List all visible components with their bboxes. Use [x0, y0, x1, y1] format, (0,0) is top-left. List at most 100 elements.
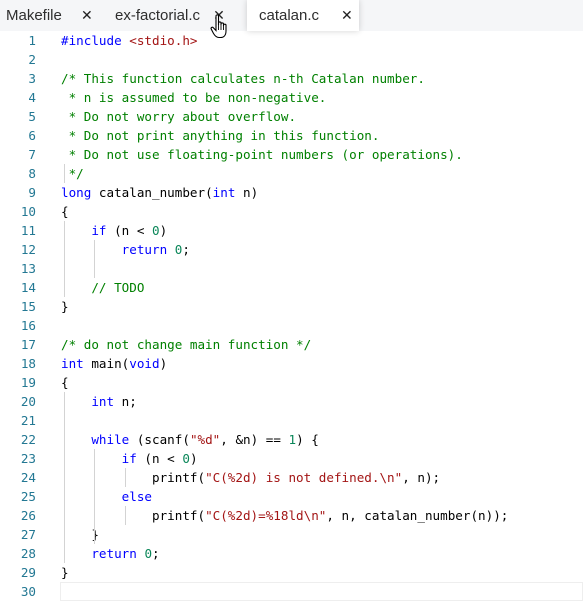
- line-number: 11: [20, 223, 36, 238]
- code-token: (n <: [106, 223, 153, 238]
- code-token: ): [159, 356, 168, 371]
- code-line[interactable]: 1 #include <stdio.h>: [0, 31, 583, 50]
- code-editor[interactable]: 1 #include <stdio.h> 2 3/* This function ca…: [0, 31, 583, 601]
- code-line[interactable]: 7 * Do not use floating-point numbers (o…: [0, 145, 583, 164]
- code-line[interactable]: 3 /* This function calculates n-th Catala…: [0, 69, 583, 88]
- code-token: long: [61, 185, 92, 200]
- line-number: 25: [20, 489, 36, 504]
- line-number: 12: [20, 242, 36, 257]
- code-line[interactable]: 13: [0, 259, 583, 278]
- code-text: long catalan_number(int n): [61, 183, 258, 202]
- line-number: 28: [20, 546, 36, 561]
- line-number: 9: [28, 185, 36, 200]
- code-line[interactable]: 9 long catalan_number(int n): [0, 183, 583, 202]
- code-token: n): [235, 185, 259, 200]
- code-line[interactable]: 25 else: [0, 487, 583, 506]
- code-text: return 0;: [61, 544, 159, 563]
- tab-makefile[interactable]: Makefile ✕: [0, 0, 105, 31]
- code-token: }: [61, 565, 69, 580]
- code-text: int n;: [61, 392, 137, 411]
- code-line[interactable]: 21: [0, 411, 583, 430]
- indent-guide: [124, 506, 126, 525]
- code-text: * n is assumed to be non-negative.: [61, 88, 327, 107]
- code-token: if: [121, 451, 137, 466]
- code-line[interactable]: 28 return 0;: [0, 544, 583, 563]
- code-token: catalan_number(: [91, 185, 213, 200]
- code-text: return 0;: [61, 240, 190, 259]
- code-line[interactable]: 19 {: [0, 373, 583, 392]
- code-token: // TODO: [91, 280, 145, 295]
- code-token: void: [129, 356, 160, 371]
- line-number: 18: [20, 356, 36, 371]
- code-text: printf("C(%2d)=%18ld\n", n, catalan_numb…: [61, 506, 508, 525]
- line-number: 29: [20, 565, 36, 580]
- line-number: 22: [20, 432, 36, 447]
- line-number: 20: [20, 394, 36, 409]
- code-token: #include: [61, 33, 130, 48]
- code-line[interactable]: 16: [0, 316, 583, 335]
- line-number: 17: [20, 337, 36, 352]
- indent-guide: [64, 392, 65, 563]
- code-line[interactable]: 20 int n;: [0, 392, 583, 411]
- code-token: return: [91, 546, 137, 561]
- line-number: 24: [20, 470, 36, 485]
- code-line[interactable]: 12 return 0;: [0, 240, 583, 259]
- code-line[interactable]: 27 }: [0, 525, 583, 544]
- current-line-highlight: [60, 582, 583, 601]
- code-line[interactable]: 17 /* do not change main function */: [0, 335, 583, 354]
- code-line[interactable]: 18 int main(void): [0, 354, 583, 373]
- code-line[interactable]: 4 * n is assumed to be non-negative.: [0, 88, 583, 107]
- code-token: * n is assumed to be non-negative.: [61, 90, 327, 105]
- hand-pointer-cursor-icon: [210, 14, 227, 39]
- code-text: while (scanf("%d", &n) == 1) {: [61, 430, 319, 449]
- code-line[interactable]: 5 * Do not worry about overflow.: [0, 107, 583, 126]
- code-line[interactable]: 26 printf("C(%2d)=%18ld\n", n, catalan_n…: [0, 506, 583, 525]
- code-token: 0: [182, 451, 190, 466]
- line-number: 4: [28, 90, 36, 105]
- code-line[interactable]: 15}: [0, 297, 583, 316]
- tab-catalan[interactable]: catalan.c ✕: [247, 0, 359, 31]
- code-line[interactable]: 6 * Do not print anything in this functi…: [0, 126, 583, 145]
- code-text: /* do not change main function */: [61, 335, 311, 354]
- tab-label: Makefile: [6, 7, 62, 24]
- code-line[interactable]: 24 printf("C(%2d) is not defined.\n", n)…: [0, 468, 583, 487]
- code-token: return: [121, 242, 168, 257]
- code-token: int: [91, 394, 115, 409]
- code-line[interactable]: 10 {: [0, 202, 583, 221]
- code-token: 0: [144, 546, 153, 561]
- code-token: , n);: [402, 470, 441, 485]
- code-text: /* This function calculates n-th Catalan…: [61, 69, 425, 88]
- code-token: /* do not change main function */: [61, 337, 312, 352]
- line-number: 7: [28, 147, 36, 162]
- indent-guide: [94, 240, 96, 278]
- code-token: printf(: [61, 470, 206, 485]
- code-token: int: [212, 185, 236, 200]
- code-line[interactable]: 2: [0, 50, 583, 69]
- code-line[interactable]: 8 */: [0, 164, 583, 183]
- close-icon[interactable]: ✕: [80, 8, 94, 24]
- code-token: printf(: [61, 508, 206, 523]
- code-line[interactable]: 11 if (n < 0): [0, 221, 583, 240]
- code-token: int: [61, 356, 84, 371]
- code-line[interactable]: 23 if (n < 0): [0, 449, 583, 468]
- line-number: 3: [28, 71, 36, 86]
- code-line[interactable]: 14 // TODO: [0, 278, 583, 297]
- code-line[interactable]: 22 while (scanf("%d", &n) == 1) {: [0, 430, 583, 449]
- code-text: * Do not worry about overflow.: [61, 107, 296, 126]
- code-text: #include <stdio.h>: [61, 31, 198, 50]
- code-token: 1: [288, 432, 297, 447]
- code-token: if: [91, 223, 107, 238]
- close-icon[interactable]: ✕: [341, 8, 353, 24]
- code-text: // TODO: [61, 278, 144, 297]
- code-text: * Do not print anything in this function…: [61, 126, 380, 145]
- code-token: ): [189, 451, 198, 466]
- code-token: }: [61, 527, 99, 542]
- code-line[interactable]: 29}: [0, 563, 583, 582]
- line-number: 5: [28, 109, 36, 124]
- code-token: /* This function calculates n-th Catalan…: [61, 71, 425, 86]
